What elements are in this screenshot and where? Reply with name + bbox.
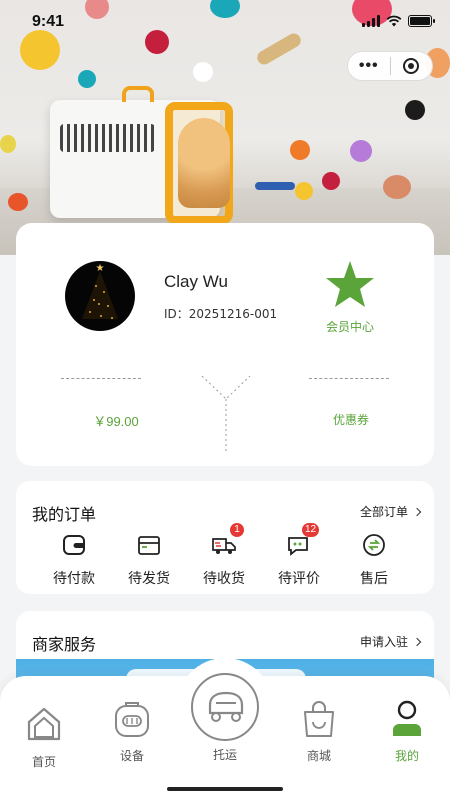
shopping-bag-icon xyxy=(304,701,334,737)
chevron-right-icon xyxy=(412,507,422,517)
decor-ball xyxy=(350,140,372,162)
decor-ball xyxy=(322,172,340,190)
member-center-button[interactable]: 会员中心 xyxy=(316,259,384,335)
member-star-icon xyxy=(326,261,374,307)
decor-ball xyxy=(193,62,213,82)
battery-icon xyxy=(408,15,435,27)
decor-ball xyxy=(405,100,425,120)
divider-y xyxy=(201,375,251,453)
star-icon: ★ xyxy=(95,263,105,274)
signal-icon xyxy=(362,15,380,27)
carrier-icon xyxy=(115,702,149,737)
apply-merchant-link[interactable]: 申请入驻 xyxy=(360,633,422,650)
user-name: Clay Wu xyxy=(164,272,228,291)
wallet-icon xyxy=(63,535,85,555)
member-center-label: 会员中心 xyxy=(325,320,374,334)
after-sale-icon xyxy=(363,534,385,556)
user-icon xyxy=(393,700,421,736)
order-after-sale[interactable]: 售后 xyxy=(344,533,404,588)
decor-ball xyxy=(290,140,310,160)
box-icon xyxy=(138,536,160,555)
close-target-icon[interactable] xyxy=(390,58,432,74)
order-pending-receipt[interactable]: 1 待收货 xyxy=(194,523,254,588)
balance-value[interactable]: ￥99.00 xyxy=(76,411,156,430)
decor-ball xyxy=(383,175,411,199)
avatar[interactable]: ★ xyxy=(65,261,135,331)
order-pending-review[interactable]: 12 待评价 xyxy=(269,523,329,588)
profile-card: ★ Clay Wu ID：20251216-001 会员中心 ￥99.00 优惠… xyxy=(16,223,434,466)
all-orders-link[interactable]: 全部订单 xyxy=(360,503,422,520)
car-icon xyxy=(208,691,244,722)
status-bar: 9:41 xyxy=(0,0,450,44)
decor-stick xyxy=(255,182,295,190)
tab-shipping-button[interactable] xyxy=(191,673,259,741)
divider xyxy=(309,378,389,379)
orders-title: 我的订单 xyxy=(32,507,97,524)
decor-ball xyxy=(78,70,96,88)
wifi-icon xyxy=(386,15,402,27)
badge-count: 12 xyxy=(302,523,320,537)
coupon-link[interactable]: 优惠券 xyxy=(316,411,386,428)
home-icon xyxy=(27,707,61,741)
home-indicator xyxy=(167,787,283,791)
tab-device[interactable]: 设备 xyxy=(97,698,167,764)
truck-icon xyxy=(212,538,236,554)
tab-home[interactable]: 首页 xyxy=(9,704,79,770)
tab-mall[interactable]: 商城 xyxy=(284,698,354,764)
decor-ball xyxy=(295,182,313,200)
cat-image xyxy=(178,118,230,208)
mini-program-capsule: ••• xyxy=(347,51,433,81)
badge-count: 1 xyxy=(230,523,244,537)
merchant-title: 商家服务 xyxy=(32,637,97,654)
status-time: 9:41 xyxy=(32,13,65,30)
decor-ball xyxy=(8,193,28,211)
order-pending-shipment[interactable]: 待发货 xyxy=(119,533,179,588)
decor-ball xyxy=(0,135,16,153)
more-dots-icon[interactable]: ••• xyxy=(348,57,390,75)
divider xyxy=(61,378,141,379)
tab-shipping-label[interactable]: 托运 xyxy=(190,742,260,763)
user-id: ID：20251216-001 xyxy=(164,307,278,321)
order-pending-payment[interactable]: 待付款 xyxy=(44,533,104,588)
tab-mine[interactable]: 我的 xyxy=(372,698,442,764)
orders-card: 我的订单 全部订单 待付款 待发货 1 待收货 12 待评价 售后 xyxy=(16,481,434,594)
chevron-right-icon xyxy=(412,637,422,647)
